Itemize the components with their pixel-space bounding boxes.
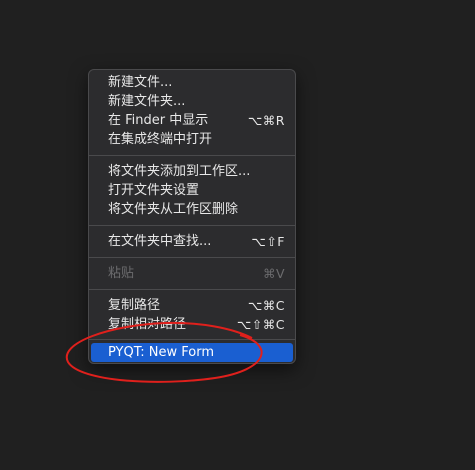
menu-item-label: 粘贴: [108, 266, 135, 281]
menu-item-copy-path[interactable]: 复制路径 ⌥⌘C: [89, 296, 295, 315]
menu-item-copy-relative-path[interactable]: 复制相对路径 ⌥⇧⌘C: [89, 315, 295, 334]
menu-separator: [89, 225, 295, 226]
menu-separator: [89, 339, 295, 340]
menu-item-label: 将文件夹添加到工作区...: [108, 164, 251, 179]
menu-item-shortcut: ⌥⇧F: [251, 234, 285, 249]
menu-separator: [89, 155, 295, 156]
menu-item-shortcut: ⌥⌘C: [247, 298, 285, 313]
menu-item-find-in-folder[interactable]: 在文件夹中查找... ⌥⇧F: [89, 232, 295, 251]
menu-item-label: 复制路径: [108, 298, 161, 313]
menu-separator: [89, 257, 295, 258]
menu-item-add-folder-to-workspace[interactable]: 将文件夹添加到工作区...: [89, 162, 295, 181]
menu-item-shortcut: ⌥⇧⌘C: [236, 317, 285, 332]
menu-item-label: 新建文件...: [108, 75, 173, 90]
menu-item-new-file[interactable]: 新建文件...: [89, 73, 295, 92]
menu-item-shortcut: ⌘V: [262, 266, 285, 281]
context-menu: 新建文件... 新建文件夹... 在 Finder 中显示 ⌥⌘R 在集成终端中…: [88, 69, 296, 364]
desktop-background: 新建文件... 新建文件夹... 在 Finder 中显示 ⌥⌘R 在集成终端中…: [0, 0, 475, 470]
menu-item-label: 新建文件夹...: [108, 94, 186, 109]
menu-item-label: PYQT: New Form: [108, 345, 214, 360]
menu-item-paste: 粘贴 ⌘V: [89, 264, 295, 283]
menu-item-label: 在文件夹中查找...: [108, 234, 212, 249]
menu-item-label: 在集成终端中打开: [108, 132, 213, 147]
menu-item-shortcut: ⌥⌘R: [247, 113, 285, 128]
menu-item-label: 打开文件夹设置: [108, 183, 200, 198]
menu-item-open-in-terminal[interactable]: 在集成终端中打开: [89, 130, 295, 149]
menu-separator: [89, 289, 295, 290]
menu-item-pyqt-new-form[interactable]: PYQT: New Form: [91, 343, 293, 362]
menu-item-reveal-in-finder[interactable]: 在 Finder 中显示 ⌥⌘R: [89, 111, 295, 130]
menu-item-label: 复制相对路径: [108, 317, 187, 332]
menu-item-new-folder[interactable]: 新建文件夹...: [89, 92, 295, 111]
menu-item-label: 将文件夹从工作区删除: [108, 202, 239, 217]
menu-item-label: 在 Finder 中显示: [108, 113, 209, 128]
menu-item-remove-folder-from-workspace[interactable]: 将文件夹从工作区删除: [89, 200, 295, 219]
menu-item-open-folder-settings[interactable]: 打开文件夹设置: [89, 181, 295, 200]
